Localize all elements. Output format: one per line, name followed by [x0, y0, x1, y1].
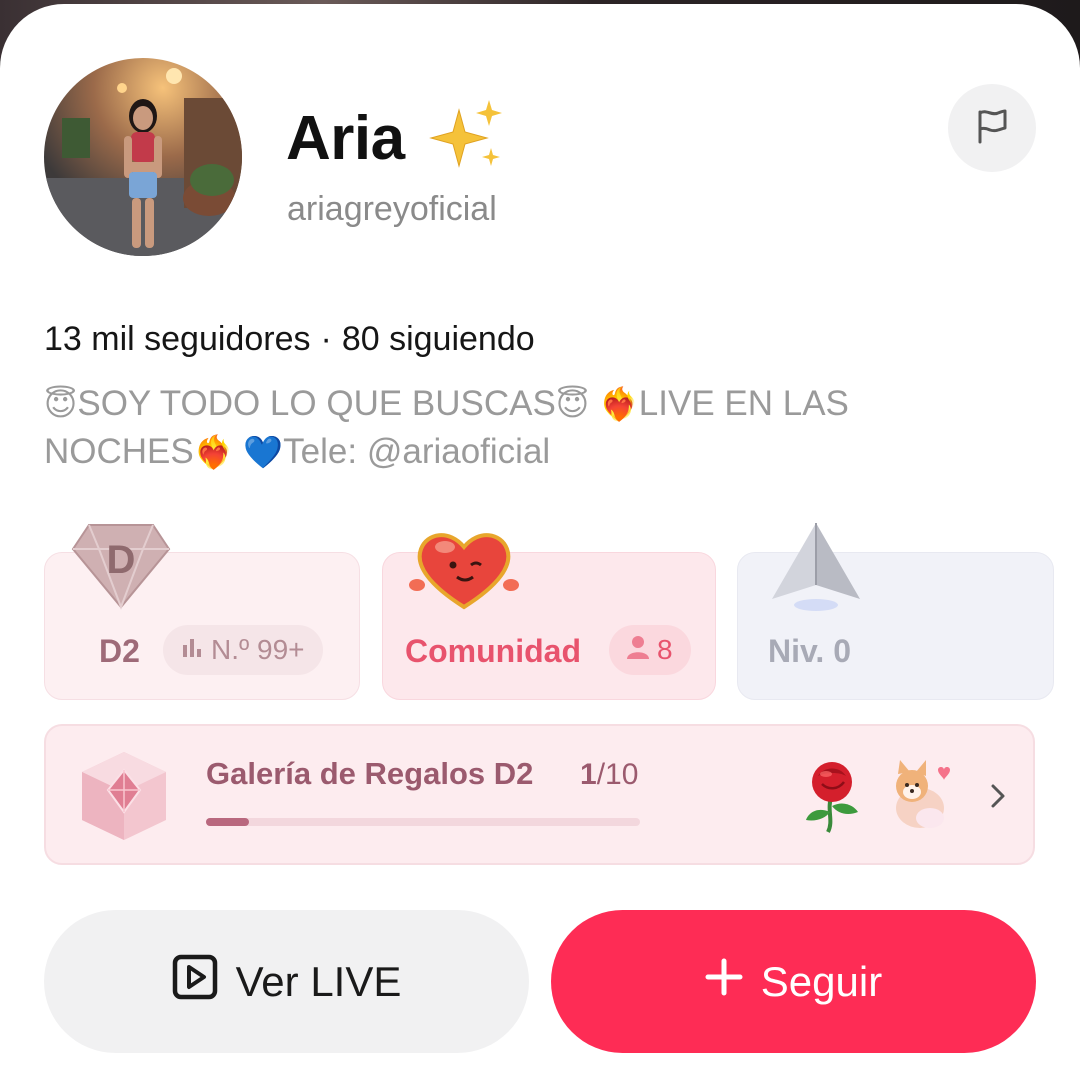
rose-icon [798, 760, 868, 839]
fire-heart-emoji: ❤️‍🔥 [193, 434, 234, 470]
stats-separator: · [320, 320, 332, 358]
gallery-progress-fill [206, 818, 250, 826]
flag-icon [972, 106, 1012, 151]
gallery-count-current: 1 [580, 758, 597, 791]
corgi-icon [884, 758, 954, 839]
sparkles-icon [425, 96, 509, 180]
live-play-icon [172, 954, 218, 1010]
level-arrow-icon [768, 519, 864, 620]
blue-heart-emoji: 💙 [243, 434, 284, 470]
plus-icon [705, 958, 743, 1006]
follow-stats: 13 mil seguidores · 80 siguiendo [44, 320, 535, 359]
rank-label: D2 [99, 633, 140, 669]
angel-emoji: 😇 [44, 386, 78, 422]
profile-bio: 😇SOY TODO LO QUE BUSCAS😇 ❤️‍🔥LIVE EN LAS… [44, 380, 1024, 476]
community-members-pill[interactable]: 8 [609, 625, 691, 675]
avatar[interactable] [44, 58, 242, 256]
bio-line-2: NOCHES❤️‍🔥 💙Tele: @ariaoficial [44, 428, 1024, 476]
profile-handle: ariagreyoficial [287, 190, 497, 228]
bio-line-1: 😇SOY TODO LO QUE BUSCAS😇 ❤️‍🔥LIVE EN LAS [44, 380, 1024, 428]
heart-mascot-icon [409, 525, 519, 616]
fire-heart-emoji: ❤️‍🔥 [598, 386, 639, 422]
community-count: 8 [657, 634, 673, 665]
name-row: Aria [286, 96, 509, 180]
watch-live-button[interactable]: Ver LIVE [44, 910, 529, 1053]
profile-name: Aria [286, 103, 405, 173]
person-icon [627, 634, 649, 666]
bio-text-4: Tele: @ariaoficial [283, 432, 551, 471]
gift-cube-icon [76, 748, 172, 849]
gallery-count-total: /10 [596, 758, 639, 791]
community-label: Comunidad [405, 633, 581, 669]
gift-gallery-card[interactable]: Galería de Regalos D2 1/10 [44, 724, 1035, 865]
rank-position-pill[interactable]: N.º 99+ [163, 625, 323, 675]
gallery-count: 1/10 [580, 758, 638, 792]
angel-emoji: 😇 [555, 386, 590, 422]
profile-card: Aria ariagreyoficial 13 mil seguidores ·… [0, 4, 1080, 1083]
follow-button[interactable]: Seguir [551, 910, 1036, 1053]
rank-position: N.º 99+ [211, 634, 305, 665]
rank-icon-letter: D [107, 538, 136, 582]
bio-text-1: SOY TODO LO QUE BUSCAS [77, 384, 556, 423]
level-badge-card[interactable]: Niv. 0 [737, 523, 1054, 700]
community-badge-card[interactable]: Comunidad 8 [382, 533, 716, 700]
watch-live-label: Ver LIVE [235, 957, 402, 1005]
following-count[interactable]: 80 siguiendo [342, 320, 535, 359]
diamond-rank-icon: D [69, 521, 173, 616]
bar-chart-icon [181, 634, 203, 666]
gallery-title: Galería de Regalos D2 [206, 756, 534, 791]
bio-text-2: LIVE EN LAS [638, 384, 849, 423]
rank-badge-card[interactable]: D D2 N.º 99+ [44, 524, 360, 700]
level-label: Niv. 0 [768, 633, 851, 669]
bio-text-3: NOCHES [44, 432, 194, 471]
followers-count[interactable]: 13 mil seguidores [44, 320, 310, 359]
follow-label: Seguir [760, 957, 883, 1005]
gallery-progress-bar [206, 818, 640, 826]
report-button[interactable] [948, 84, 1036, 172]
chevron-right-icon[interactable] [988, 782, 1008, 815]
